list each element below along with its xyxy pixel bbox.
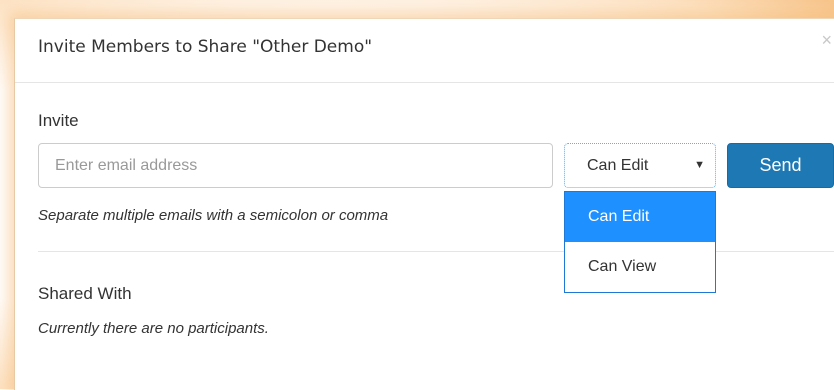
email-input[interactable] [38,143,553,188]
email-hint: Separate multiple emails with a semicolo… [38,207,389,224]
invite-label: Invite [38,111,79,130]
permission-select-value: Can Edit [587,157,649,174]
option-can-edit[interactable]: Can Edit [565,192,715,242]
close-icon[interactable]: × [821,31,832,49]
option-can-view[interactable]: Can View [565,242,715,292]
chevron-down-icon: ▼ [694,159,705,171]
dialog-header: Invite Members to Share "Other Demo" × [15,19,834,83]
send-button[interactable]: Send [727,143,834,188]
invite-dialog: Invite Members to Share "Other Demo" × I… [14,18,834,390]
permission-dropdown: Can Edit Can View [564,191,716,293]
no-participants-message: Currently there are no participants. [38,320,269,337]
shared-with-title: Shared With [38,284,132,303]
permission-select[interactable]: Can Edit ▼ [564,143,716,188]
dialog-title: Invite Members to Share "Other Demo" [38,37,373,57]
